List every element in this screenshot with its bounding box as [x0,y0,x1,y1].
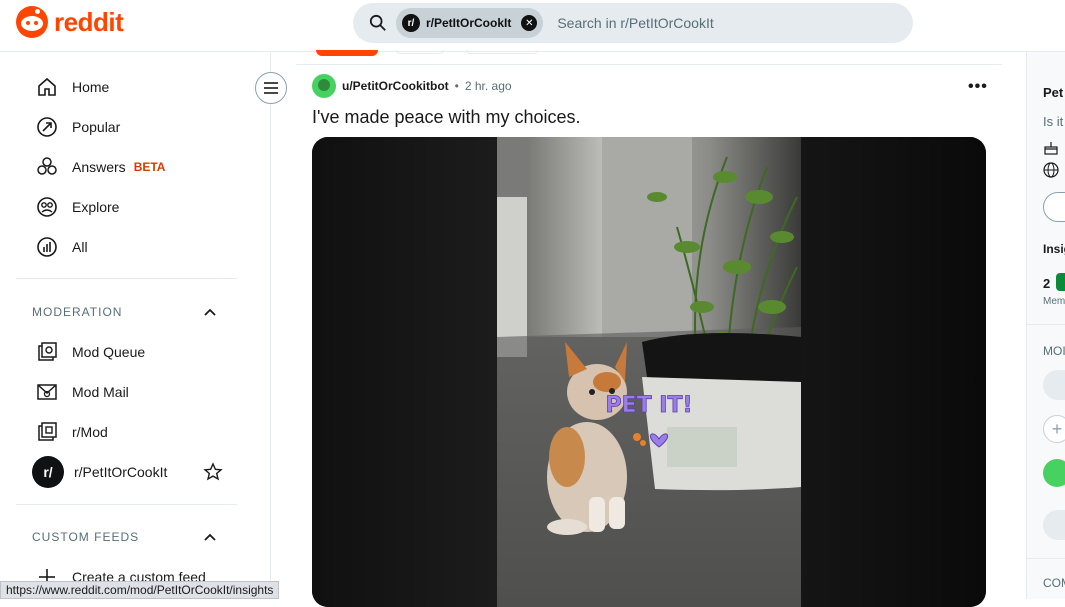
reddit-snoo-icon [16,6,48,38]
search-bar[interactable]: r/ r/PetItOrCookIt ✕ Search in r/PetItOr… [353,3,913,43]
kitten-photo[interactable]: PET IT! [497,137,801,607]
insights-label: Insig [1043,242,1065,256]
left-sidebar: Home Popular Answers BETA Explore All MO… [0,52,271,599]
post-time: 2 hr. ago [464,79,512,93]
community-sidebar: Pet Is it Insig 2 Mem MOI + COM [1026,52,1065,599]
post-container: u/PetitOrCookitbot • 2 hr. ago ••• I've … [296,50,1002,607]
popular-icon [37,117,57,137]
home-icon [38,77,56,96]
reddit-wordmark: reddit [54,6,124,37]
close-icon[interactable]: ✕ [521,15,538,31]
community-button[interactable] [1043,192,1065,222]
search-input[interactable]: Search in r/PetItOrCookIt [557,15,713,31]
sidebar-item-all[interactable]: All [36,227,88,267]
action-pill[interactable] [466,50,538,54]
sidebar-item-popular[interactable]: Popular [36,107,120,147]
add-icon[interactable]: + [1043,415,1065,443]
reddit-logo[interactable]: reddit [16,6,124,38]
sidebar-divider [16,504,237,505]
members-label: Mem [1043,296,1065,307]
sidebar-item-petitorcookit[interactable]: r/ r/PetItOrCookIt [32,452,224,492]
answers-icon [37,157,57,175]
top-header: reddit r/ r/PetItOrCookIt ✕ Search in r/… [0,0,1065,52]
author-avatar[interactable] [312,74,336,98]
search-scope-chip[interactable]: r/ r/PetItOrCookIt ✕ [396,8,544,38]
post-title[interactable]: I've made peace with my choices. [312,107,581,128]
message-mods-button[interactable] [1043,370,1065,400]
sidebar-item-r-mod[interactable]: r/Mod [36,412,108,452]
moderation-section-title[interactable]: MODERATION [32,305,122,319]
search-scope-label: r/PetItOrCookIt [426,16,512,30]
globe-icon [1043,162,1059,178]
status-url: https://www.reddit.com/mod/PetItOrCookIt… [0,581,280,599]
sidebar-item-mod-mail[interactable]: Mod Mail [36,372,129,412]
chevron-up-icon[interactable] [203,305,217,319]
search-icon [369,14,386,31]
more-options-icon[interactable]: ••• [968,78,988,96]
action-pill[interactable] [396,50,444,54]
all-icon [37,237,57,257]
moderator-avatar[interactable] [1043,459,1065,487]
beta-badge: BETA [133,160,166,174]
sidebar-divider [16,278,237,279]
action-pill[interactable] [316,50,378,56]
community-description: Is it [1043,114,1064,129]
community-settings-label: COM [1043,576,1065,590]
post-media[interactable]: PET IT! [312,137,986,607]
r-mod-icon [38,422,57,441]
trend-badge [1056,273,1065,291]
collapse-sidebar-button[interactable] [255,72,287,104]
subreddit-avatar: r/ [32,456,64,488]
sidebar-item-answers[interactable]: Answers BETA [36,147,165,187]
community-name[interactable]: Pet [1043,85,1063,100]
subreddit-avatar: r/ [402,14,420,32]
meta-separator: • [454,79,459,93]
pet-it-overlay: PET IT! [605,393,692,418]
star-icon[interactable] [203,462,224,482]
explore-icon [37,197,57,217]
chevron-up-icon[interactable] [203,530,217,544]
moderators-label: MOI [1043,344,1065,358]
custom-feeds-section-title[interactable]: CUSTOM FEEDS [32,530,139,544]
view-all-mods-button[interactable] [1043,510,1065,540]
post-meta: u/PetitOrCookitbot • 2 hr. ago [312,74,512,98]
cake-icon [1044,142,1058,155]
mod-queue-icon [38,342,57,361]
insights-count: 2 [1043,276,1051,291]
post-divider [296,64,1002,65]
sidebar-item-home[interactable]: Home [36,67,109,107]
menu-icon [264,82,278,94]
post-author[interactable]: u/PetitOrCookitbot [342,79,449,93]
sidebar-item-explore[interactable]: Explore [36,187,119,227]
sidebar-item-mod-queue[interactable]: Mod Queue [36,332,145,372]
mod-mail-icon [37,384,57,400]
